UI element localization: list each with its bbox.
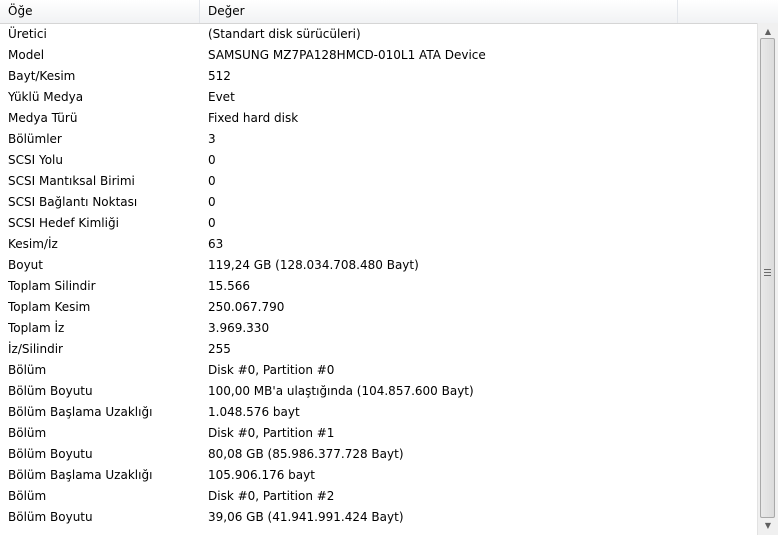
- chevron-down-icon[interactable]: ▼: [759, 518, 777, 534]
- scrollbar-thumb[interactable]: [760, 38, 775, 518]
- row-value: 100,00 MB'a ulaştığında (104.857.600 Bay…: [208, 384, 474, 398]
- row-value: Evet: [208, 90, 235, 104]
- table-row[interactable]: Bölümler 3: [0, 129, 757, 150]
- row-item-label: Bölüm Boyutu: [8, 447, 93, 461]
- row-item-label: Bölüm Başlama Uzaklığı: [8, 405, 153, 419]
- table-row[interactable]: Boyut 119,24 GB (128.034.708.480 Bayt): [0, 255, 757, 276]
- row-item-label: Bölüm: [8, 489, 47, 503]
- row-item-label: Kesim/İz: [8, 237, 58, 251]
- grip-icon: [764, 269, 771, 278]
- row-item-label: Bölümler: [8, 132, 62, 146]
- row-item-label: Yüklü Medya: [8, 90, 84, 104]
- row-item-label: Medya Türü: [8, 111, 78, 125]
- row-item-label: Boyut: [8, 258, 43, 272]
- row-value: 105.906.176 bayt: [208, 468, 315, 482]
- row-item-label: SCSI Yolu: [8, 153, 63, 167]
- row-item-label: İz/Silindir: [8, 342, 63, 356]
- row-value: 3.969.330: [208, 321, 270, 335]
- row-item-label: SCSI Hedef Kimliği: [8, 216, 119, 230]
- table-row[interactable]: Bölüm Disk #0, Partition #1: [0, 423, 757, 444]
- table-row[interactable]: Bölüm Boyutu 39,06 GB (41.941.991.424 Bay…: [0, 507, 757, 528]
- row-item-label: Model: [8, 48, 45, 62]
- row-item-label: Bölüm Boyutu: [8, 384, 93, 398]
- table-row[interactable]: Bölüm Disk #0, Partition #0: [0, 360, 757, 381]
- row-value: SAMSUNG MZ7PA128HMCD-010L1 ATA Device: [208, 48, 486, 62]
- table-row[interactable]: SCSI Mantıksal Birimi 0: [0, 171, 757, 192]
- row-item-label: Üretici: [8, 27, 47, 41]
- row-value: Disk #0, Partition #0: [208, 363, 335, 377]
- row-item-label: Bayt/Kesim: [8, 69, 76, 83]
- row-value: Disk #0, Partition #2: [208, 489, 335, 503]
- row-value: 39,06 GB (41.941.991.424 Bayt): [208, 510, 404, 524]
- system-info-list-view: Öğe Değer Üretici (Standart disk sürücüle…: [0, 0, 778, 535]
- row-item-label: Toplam İz: [8, 321, 65, 335]
- row-item-label: SCSI Mantıksal Birimi: [8, 174, 135, 188]
- table-row[interactable]: Bayt/Kesim 512: [0, 66, 757, 87]
- table-row[interactable]: Toplam Kesim 250.067.790: [0, 297, 757, 318]
- row-item-label: Bölüm: [8, 363, 47, 377]
- row-value: 250.067.790: [208, 300, 285, 314]
- table-row[interactable]: SCSI Yolu 0: [0, 150, 757, 171]
- row-item-label: SCSI Bağlantı Noktası: [8, 195, 138, 209]
- row-value: 15.566: [208, 279, 250, 293]
- vertical-scrollbar[interactable]: ▲ ▼: [757, 23, 778, 535]
- table-row[interactable]: Bölüm Disk #0, Partition #2: [0, 486, 757, 507]
- row-value: 3: [208, 132, 216, 146]
- table-row[interactable]: Bölüm Boyutu 80,08 GB (85.986.377.728 Bay…: [0, 444, 757, 465]
- table-row[interactable]: Bölüm Başlama Uzaklığı 1.048.576 bayt: [0, 402, 757, 423]
- table-row[interactable]: Toplam Silindir 15.566: [0, 276, 757, 297]
- column-header-item[interactable]: Öğe: [0, 0, 200, 23]
- row-value: 63: [208, 237, 224, 251]
- row-item-label: Toplam Silindir: [8, 279, 96, 293]
- column-header-value[interactable]: Değer: [200, 0, 678, 23]
- table-row[interactable]: Toplam İz 3.969.330: [0, 318, 757, 339]
- row-item-label: Bölüm Boyutu: [8, 510, 93, 524]
- table-row[interactable]: Medya Türü Fixed hard disk: [0, 108, 757, 129]
- table-row[interactable]: SCSI Bağlantı Noktası 0: [0, 192, 757, 213]
- column-header-filler: [678, 0, 778, 23]
- row-item-label: Bölüm: [8, 426, 47, 440]
- row-value: 80,08 GB (85.986.377.728 Bayt): [208, 447, 404, 461]
- row-value: 0: [208, 153, 216, 167]
- row-value: 0: [208, 195, 216, 209]
- row-item-label: Bölüm Başlama Uzaklığı: [8, 468, 153, 482]
- row-value: 255: [208, 342, 231, 356]
- table-row[interactable]: İz/Silindir 255: [0, 339, 757, 360]
- row-value: 512: [208, 69, 231, 83]
- row-value: 1.048.576 bayt: [208, 405, 300, 419]
- list-rows: Üretici (Standart disk sürücüleri) Model SA…: [0, 24, 757, 535]
- row-value: (Standart disk sürücüleri): [208, 27, 361, 41]
- table-row[interactable]: Yüklü Medya Evet: [0, 87, 757, 108]
- table-row[interactable]: Model SAMSUNG MZ7PA128HMCD-010L1 ATA Devi…: [0, 45, 757, 66]
- list-header: Öğe Değer: [0, 0, 778, 24]
- row-value: 0: [208, 174, 216, 188]
- row-item-label: Toplam Kesim: [8, 300, 91, 314]
- table-row[interactable]: SCSI Hedef Kimliği 0: [0, 213, 757, 234]
- table-row[interactable]: Bölüm Boyutu 100,00 MB'a ulaştığında (104…: [0, 381, 757, 402]
- table-row[interactable]: Kesim/İz 63: [0, 234, 757, 255]
- row-value: 119,24 GB (128.034.708.480 Bayt): [208, 258, 419, 272]
- table-row[interactable]: Üretici (Standart disk sürücüleri): [0, 24, 757, 45]
- row-value: Disk #0, Partition #1: [208, 426, 335, 440]
- table-row[interactable]: Bölüm Başlama Uzaklığı 105.906.176 bayt: [0, 465, 757, 486]
- row-value: Fixed hard disk: [208, 111, 299, 125]
- row-value: 0: [208, 216, 216, 230]
